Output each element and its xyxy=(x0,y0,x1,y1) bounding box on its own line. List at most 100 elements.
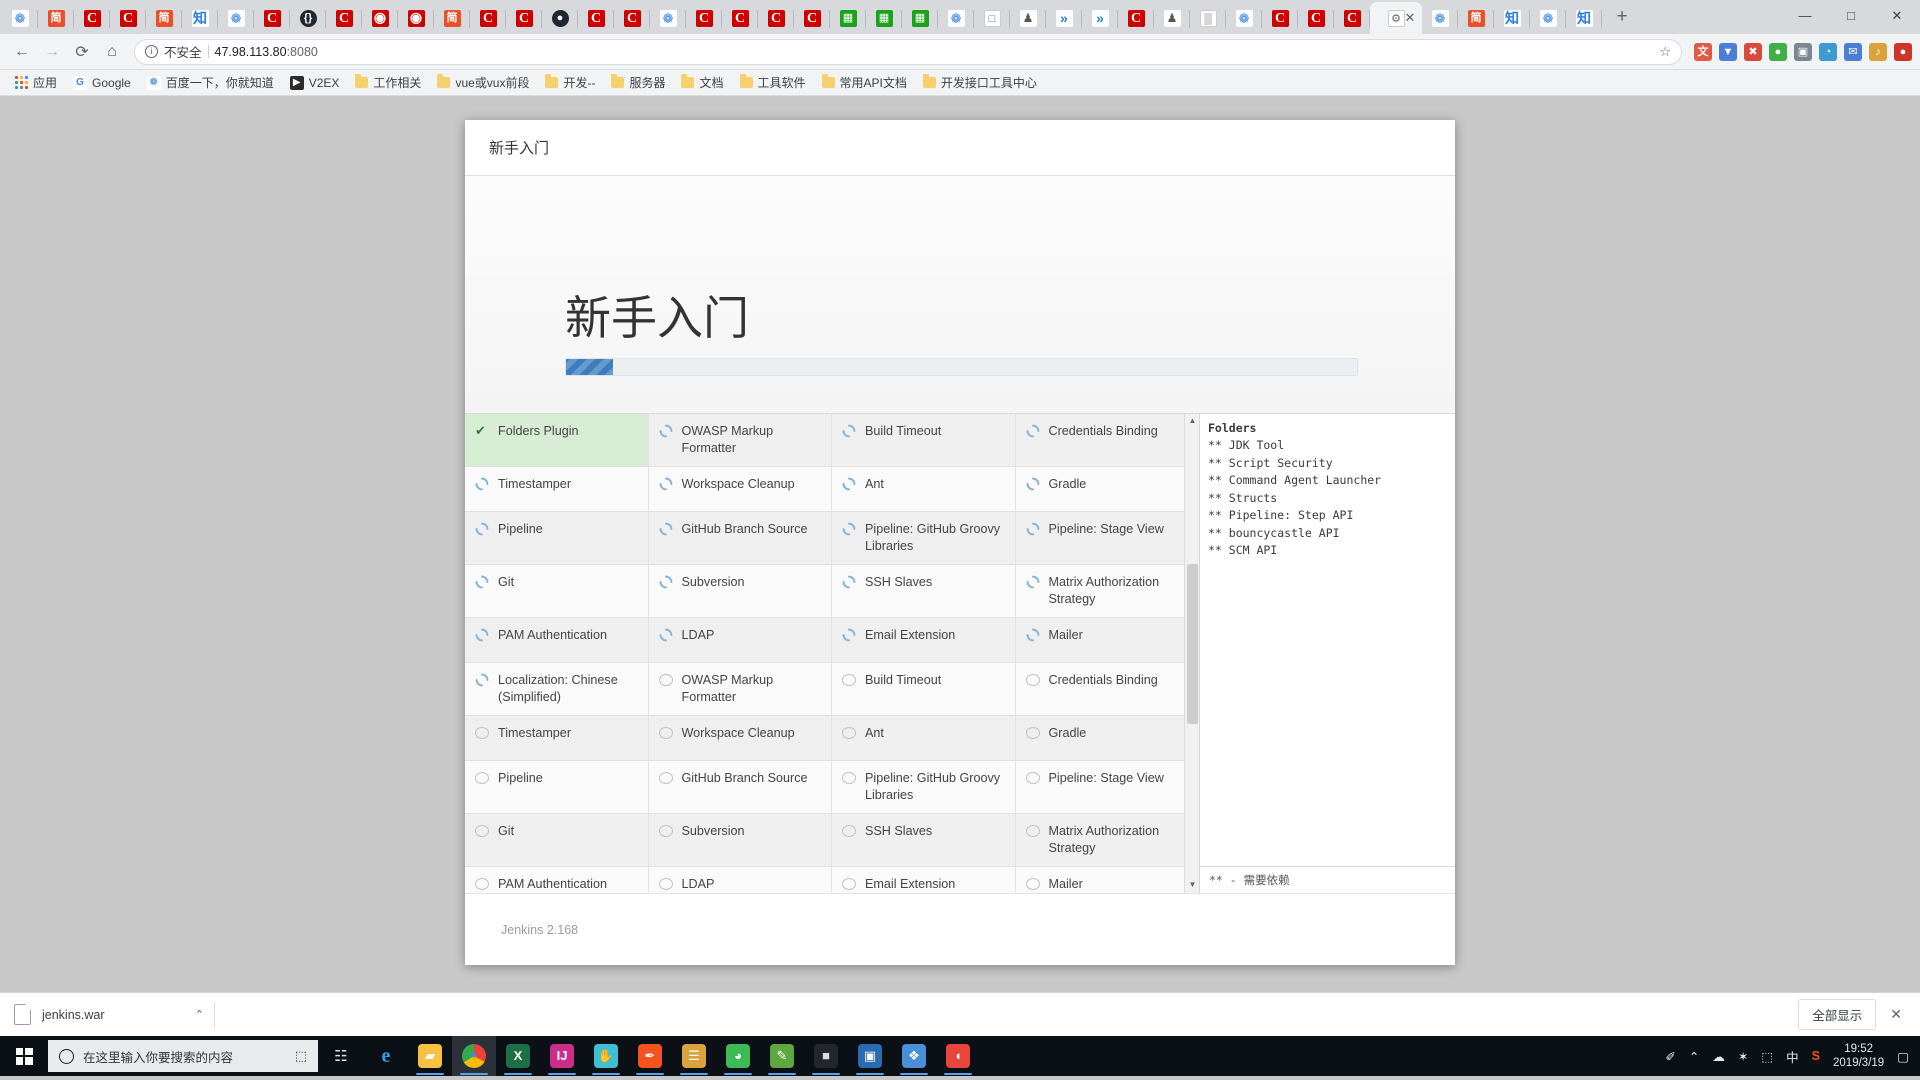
scroll-up-icon[interactable]: ▲ xyxy=(1185,414,1199,429)
terminal-icon[interactable]: ■ xyxy=(804,1036,848,1076)
excel-icon[interactable]: X xyxy=(496,1036,540,1076)
music-icon[interactable]: ♪ xyxy=(1869,42,1887,61)
extension-icons[interactable]: 文 ▼ ✖ ● ▣ ◔ ✉ ♪ ● xyxy=(1690,42,1912,61)
clock[interactable]: 19:52 2019/3/19 xyxy=(1833,1042,1884,1070)
tab-29[interactable]: » xyxy=(1046,2,1082,34)
yuque-icon[interactable]: ◖ xyxy=(936,1036,980,1076)
edge-icon[interactable]: e xyxy=(364,1036,408,1076)
close-icon[interactable]: ✕ xyxy=(1890,1006,1906,1023)
bookmark-5[interactable]: vue或vux前段 xyxy=(430,72,536,93)
tab-10[interactable]: ◉ xyxy=(362,2,398,34)
tab-38[interactable]: ❁ xyxy=(1422,2,1458,34)
bookmark-10[interactable]: 常用API文档 xyxy=(815,72,914,93)
tab-5[interactable]: 知 xyxy=(182,2,218,34)
download-item[interactable]: jenkins.war ⌃ xyxy=(14,1004,204,1025)
network-tray-icon[interactable]: ⬚ xyxy=(1761,1049,1773,1064)
tab-14[interactable]: C xyxy=(506,2,542,34)
tab-35[interactable]: C xyxy=(1262,2,1298,34)
search-input[interactable]: 在这里输入你要搜索的内容 ⬚ xyxy=(48,1040,318,1072)
minimize-button[interactable]: — xyxy=(1782,0,1828,32)
vm-icon[interactable]: ▣ xyxy=(848,1036,892,1076)
tab-34[interactable]: ❁ xyxy=(1226,2,1262,34)
tab-20[interactable]: C xyxy=(722,2,758,34)
tab-19[interactable]: C xyxy=(686,2,722,34)
bookmark-6[interactable]: 开发-- xyxy=(538,72,602,93)
tab-11[interactable]: ◉ xyxy=(398,2,434,34)
reload-icon[interactable]: ⟳ xyxy=(68,38,96,66)
bluetooth-tray-icon[interactable]: ✶ xyxy=(1738,1049,1748,1064)
bookmark-9[interactable]: 工具软件 xyxy=(733,72,813,93)
mail-icon[interactable]: ✉ xyxy=(1844,42,1862,61)
chevron-up-icon[interactable]: ⌃ xyxy=(195,1008,204,1021)
scrollbar-thumb[interactable] xyxy=(1187,564,1198,724)
tab-21[interactable]: C xyxy=(758,2,794,34)
bookmark-7[interactable]: 服务器 xyxy=(604,72,672,93)
chrome-icon[interactable]: ● xyxy=(452,1036,496,1076)
tab-24[interactable]: ▦ xyxy=(866,2,902,34)
tab-18[interactable]: ❁ xyxy=(650,2,686,34)
bookmark-star-icon[interactable]: ☆ xyxy=(1659,44,1671,60)
tab-9[interactable]: C xyxy=(326,2,362,34)
maximize-button[interactable]: □ xyxy=(1828,0,1874,32)
bookmark-2[interactable]: ❁ 百度一下，你就知道 xyxy=(140,72,281,93)
tab-8[interactable]: {} xyxy=(290,2,326,34)
notepad-icon[interactable]: ✎ xyxy=(760,1036,804,1076)
start-button[interactable] xyxy=(0,1036,48,1076)
bookmark-4[interactable]: 工作相关 xyxy=(348,72,428,93)
handshake-icon[interactable]: ✋ xyxy=(584,1036,628,1076)
microphone-icon[interactable]: ⬚ xyxy=(295,1048,307,1064)
tab-0[interactable]: ❁ xyxy=(2,2,38,34)
bookmark-8[interactable]: 文档 xyxy=(674,72,730,93)
tab-22[interactable]: C xyxy=(794,2,830,34)
adblock-icon[interactable]: ✖ xyxy=(1744,42,1762,61)
home-icon[interactable]: ⌂ xyxy=(98,38,126,66)
tab-39[interactable]: 简 xyxy=(1458,2,1494,34)
tab-17[interactable]: C xyxy=(614,2,650,34)
profile-avatar[interactable]: ● xyxy=(1894,42,1912,61)
tab-31[interactable]: C xyxy=(1118,2,1154,34)
window-controls[interactable]: — □ ✕ xyxy=(1782,0,1920,32)
tab-33[interactable]: ▒ xyxy=(1190,2,1226,34)
taskbar-app-list[interactable]: e ▰ ● X IJ ✋ ✒ ☰ ◕ ✎ ■ ▣ ❖ ◖ xyxy=(364,1036,980,1076)
translate-icon[interactable]: 文 xyxy=(1694,42,1712,61)
close-icon[interactable]: ✕ xyxy=(1404,11,1416,24)
tab-28[interactable]: ♟ xyxy=(1010,2,1046,34)
bookmark-3[interactable]: ▶ V2EX xyxy=(283,74,347,92)
tab-active-jenkins[interactable]: ⚙ ✕ xyxy=(1370,2,1422,34)
forward-icon[interactable]: → xyxy=(38,38,66,66)
tab-23[interactable]: ▦ xyxy=(830,2,866,34)
tab-40[interactable]: 知 xyxy=(1494,2,1530,34)
tab-12[interactable]: 简 xyxy=(434,2,470,34)
tab-32[interactable]: ♟ xyxy=(1154,2,1190,34)
show-all-downloads-button[interactable]: 全部显示 xyxy=(1798,999,1877,1030)
chevron-up-tray-icon[interactable]: ⌃ xyxy=(1689,1049,1699,1064)
tab-26[interactable]: ❁ xyxy=(938,2,974,34)
tab-37[interactable]: C xyxy=(1334,2,1370,34)
tab-30[interactable]: » xyxy=(1082,2,1118,34)
tab-41[interactable]: ❁ xyxy=(1530,2,1566,34)
wechat-icon[interactable]: ◕ xyxy=(716,1036,760,1076)
tab-36[interactable]: C xyxy=(1298,2,1334,34)
bookmark-1[interactable]: G Google xyxy=(66,74,138,92)
tab-4[interactable]: 简 xyxy=(146,2,182,34)
navicat-icon[interactable]: ✒ xyxy=(628,1036,672,1076)
scroll-down-icon[interactable]: ▼ xyxy=(1185,878,1199,893)
tab-25[interactable]: ▦ xyxy=(902,2,938,34)
task-view-icon[interactable]: ☷ xyxy=(318,1047,364,1065)
action-center-icon[interactable]: ▢ xyxy=(1897,1049,1909,1064)
bookmark-11[interactable]: 开发接口工具中心 xyxy=(916,72,1044,93)
pen-tray-icon[interactable]: ✐ xyxy=(1665,1049,1675,1064)
sogou-tray-icon[interactable]: S xyxy=(1812,1049,1820,1063)
bookmark-0[interactable]: 应用 xyxy=(8,72,64,93)
tab-7[interactable]: C xyxy=(254,2,290,34)
tab-2[interactable]: C xyxy=(74,2,110,34)
file-explorer-icon[interactable]: ▰ xyxy=(408,1036,452,1076)
bookmarks-bar[interactable]: 应用 G Google ❁ 百度一下，你就知道 ▶ V2EX 工作相关 vue或vux前段 开发-… xyxy=(0,70,1920,96)
tab-27[interactable]: □ xyxy=(974,2,1010,34)
ime-tray-icon[interactable]: 中 xyxy=(1786,1047,1799,1066)
address-bar[interactable]: i 不安全 47.98.113.80:8080 ☆ xyxy=(134,38,1682,65)
plugin-grid-scrollbar[interactable]: ▲ ▼ xyxy=(1184,414,1199,893)
onedrive-tray-icon[interactable]: ☁ xyxy=(1712,1049,1725,1064)
tab-16[interactable]: C xyxy=(578,2,614,34)
new-tab-button[interactable]: + xyxy=(1608,4,1636,32)
